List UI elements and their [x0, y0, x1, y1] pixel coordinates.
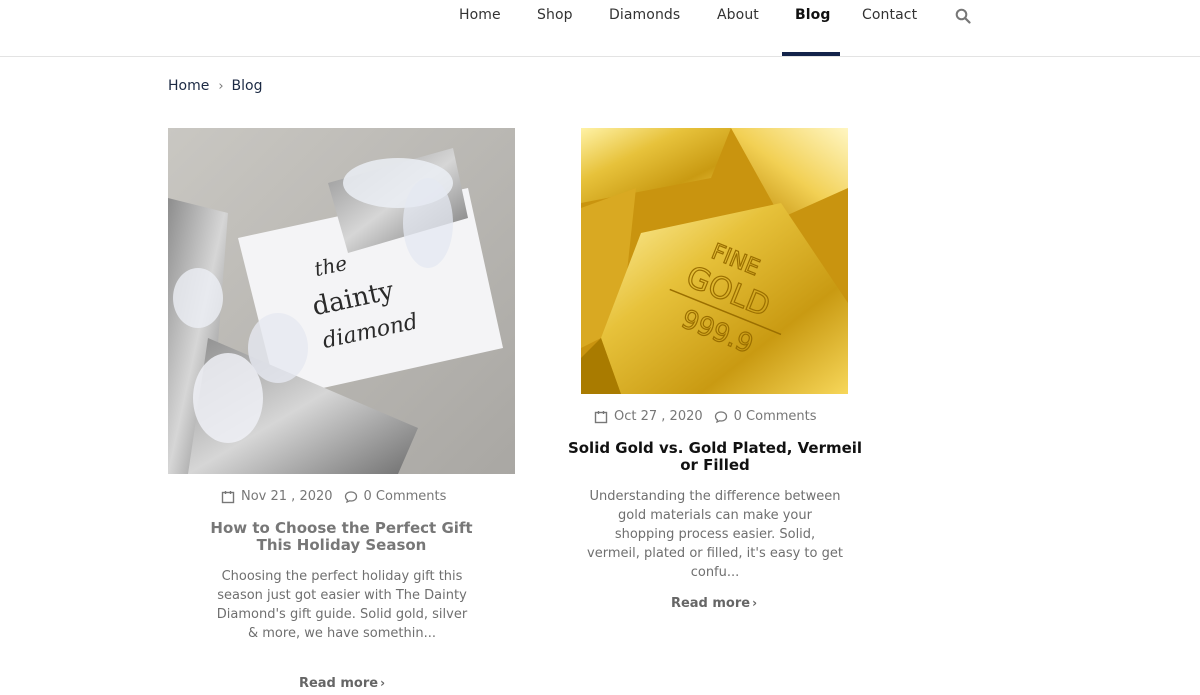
post-meta: Nov 21 , 2020 0 Comments: [221, 489, 446, 504]
nav-diamonds[interactable]: Diamonds: [609, 7, 680, 23]
chevron-right-icon: ›: [752, 596, 758, 610]
nav-home[interactable]: Home: [459, 7, 501, 23]
breadcrumb-current: Blog: [231, 78, 263, 94]
post-title[interactable]: How to Choose the Perfect Gift This Holi…: [196, 520, 487, 554]
comment-icon: [344, 490, 357, 503]
read-more-label: Read more: [670, 596, 751, 611]
post-image-gold[interactable]: FINE GOLD 999.9: [581, 128, 848, 394]
post-title[interactable]: Solid Gold vs. Gold Plated, Vermeil or F…: [560, 440, 870, 474]
breadcrumb-home[interactable]: Home: [168, 78, 209, 94]
chevron-right-icon: ›: [380, 676, 386, 690]
read-more-link[interactable]: Read more ›: [638, 596, 790, 611]
site-header: Home Shop Diamonds About Blog Contact: [0, 0, 1200, 57]
read-more-label: Read more: [298, 676, 379, 691]
nav-blog[interactable]: Blog: [795, 7, 831, 23]
post-comments[interactable]: 0 Comments: [734, 409, 817, 424]
calendar-icon: [221, 490, 235, 503]
post-excerpt: Understanding the difference between gol…: [587, 489, 843, 580]
post-meta: Oct 27 , 2020 0 Comments: [594, 409, 817, 424]
nav-shop[interactable]: Shop: [537, 7, 573, 23]
nav-contact[interactable]: Contact: [862, 7, 917, 23]
breadcrumb: Home › Blog: [168, 78, 263, 94]
post-excerpt: Choosing the perfect holiday gift this s…: [216, 569, 468, 641]
active-nav-indicator: [782, 52, 840, 56]
post-comments[interactable]: 0 Comments: [364, 489, 447, 504]
post-date: Oct 27 , 2020: [614, 409, 703, 424]
nav-about[interactable]: About: [717, 7, 759, 23]
read-more-link[interactable]: Read more ›: [266, 676, 418, 691]
post-image-gift[interactable]: the dainty diamond: [168, 128, 515, 474]
calendar-icon: [594, 410, 608, 423]
comment-icon: [714, 410, 727, 423]
search-icon[interactable]: [955, 8, 971, 24]
post-date: Nov 21 , 2020: [241, 489, 333, 504]
breadcrumb-separator-icon: ›: [218, 78, 224, 94]
